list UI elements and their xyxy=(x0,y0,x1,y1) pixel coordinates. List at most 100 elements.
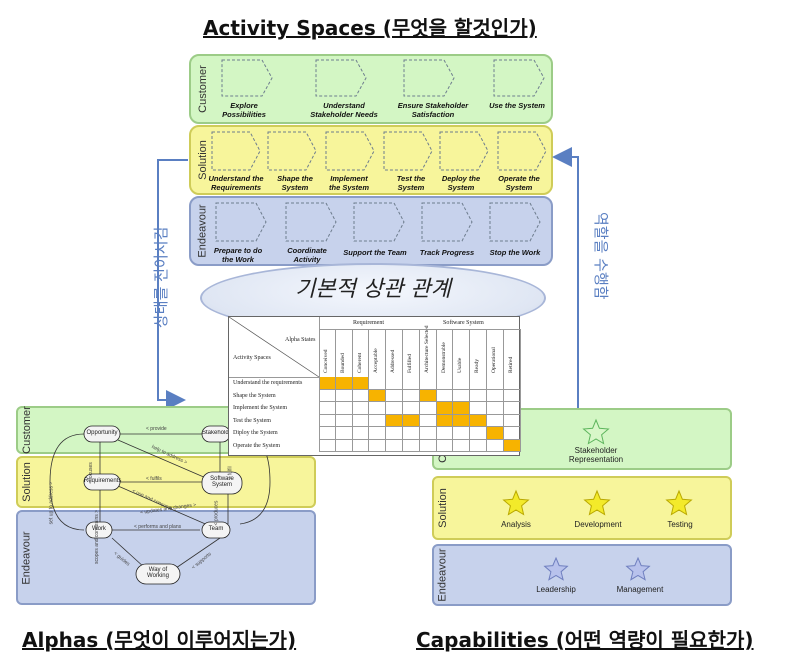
alpha-node: Team xyxy=(208,526,224,532)
activity-label: Prepare to do the Work xyxy=(213,246,263,264)
alphas-title: Alphas (무엇이 이루어지는가) xyxy=(22,628,297,652)
alpha-note: < performs and plans xyxy=(134,524,182,530)
activity-label: Deploy the System xyxy=(441,174,481,192)
matrix-column-divider xyxy=(504,329,521,377)
matrix-column-divider xyxy=(386,329,403,377)
matrix-cell xyxy=(352,377,370,390)
right-arrow xyxy=(552,147,579,408)
matrix-cell xyxy=(335,402,353,415)
matrix-row-label: Understand the requirements xyxy=(233,380,303,386)
matrix-cell xyxy=(319,402,336,415)
right-arrow-label: 역할을 수행함 xyxy=(592,212,610,300)
matrix-cell xyxy=(386,414,403,427)
alpha-solution-label: Solution xyxy=(21,462,34,502)
alpha-activity-matrix: Alpha States Activity Spaces Requirement… xyxy=(228,316,521,456)
matrix-cell xyxy=(487,377,504,390)
alpha-note: scopes and constrains > xyxy=(94,509,101,565)
matrix-row-label: Shape the System xyxy=(233,392,276,399)
matrix-cell xyxy=(487,439,504,452)
matrix-cell xyxy=(436,402,454,415)
matrix-cell xyxy=(319,414,336,427)
matrix-cell xyxy=(503,389,521,402)
matrix-cell xyxy=(319,427,336,440)
matrix-cell xyxy=(335,389,353,402)
capabilities-title: Capabilities (어떤 역량이 필요한가) xyxy=(416,628,754,652)
activity-label: Operate the System xyxy=(498,174,540,192)
matrix-cell xyxy=(369,427,387,440)
matrix-column-divider xyxy=(353,329,370,377)
alpha-node: Opportunity xyxy=(86,430,118,436)
matrix-cell xyxy=(369,439,387,452)
matrix-cell xyxy=(453,439,471,452)
matrix-group-requirement: Requirement xyxy=(353,320,384,326)
matrix-column-divider xyxy=(319,329,336,377)
matrix-cell xyxy=(419,377,437,390)
matrix-cell xyxy=(419,439,437,452)
matrix-cell xyxy=(470,414,487,427)
matrix-header-divider xyxy=(229,377,319,378)
alpha-note: < fulfils xyxy=(146,476,162,482)
matrix-group-divider xyxy=(319,329,521,330)
matrix-cell xyxy=(335,427,353,440)
activity-label: Stop the Work xyxy=(489,248,541,257)
activity-label: Coordinate Activity xyxy=(287,246,327,264)
matrix-cell xyxy=(419,389,437,402)
matrix-column-divider xyxy=(369,329,387,377)
matrix-cell xyxy=(470,389,487,402)
matrix-cell xyxy=(436,389,454,402)
activity-label: Track Progress xyxy=(419,248,475,257)
matrix-cell xyxy=(386,402,403,415)
alpha-customer-label: Customer xyxy=(21,406,33,454)
matrix-cell xyxy=(487,402,504,415)
matrix-cell xyxy=(436,439,454,452)
matrix-cell xyxy=(335,377,353,390)
matrix-cell xyxy=(352,439,370,452)
activity-label: Understand the Requirements xyxy=(208,174,264,192)
matrix-cell xyxy=(403,402,420,415)
matrix-cell xyxy=(503,414,521,427)
capability-label: Stakeholder Representation xyxy=(568,446,624,464)
capability-solution-label: Solution xyxy=(437,488,450,528)
matrix-cell xyxy=(352,402,370,415)
matrix-column-divider xyxy=(420,329,437,377)
alpha-note: < produces xyxy=(213,500,220,526)
matrix-corner-top: Alpha States xyxy=(285,337,316,343)
matrix-cell xyxy=(453,389,471,402)
activity-label: Test the System xyxy=(396,174,426,192)
matrix-corner-diagonal xyxy=(229,317,319,377)
matrix-cell xyxy=(503,402,521,415)
matrix-cell xyxy=(386,427,403,440)
matrix-column-divider xyxy=(453,329,471,377)
left-arrow-label: 상태를 전이시킴 xyxy=(152,226,170,328)
matrix-cell xyxy=(470,427,487,440)
matrix-label-divider xyxy=(319,317,320,452)
matrix-cell xyxy=(403,389,420,402)
matrix-cell xyxy=(369,402,387,415)
matrix-cell xyxy=(386,439,403,452)
capability-label: Leadership xyxy=(536,585,576,594)
activity-label: Ensure Stakeholder Satisfaction xyxy=(397,101,469,119)
matrix-cell xyxy=(453,427,471,440)
matrix-cell xyxy=(369,414,387,427)
matrix-cell xyxy=(369,377,387,390)
matrix-column-divider xyxy=(487,329,504,377)
capability-solution-band: Solution xyxy=(432,476,732,540)
capability-label: Development xyxy=(574,520,622,529)
matrix-cell xyxy=(335,439,353,452)
matrix-column-divider xyxy=(470,329,487,377)
capability-label: Testing xyxy=(667,520,693,529)
matrix-cell xyxy=(487,427,504,440)
matrix-cell xyxy=(503,439,521,452)
matrix-cell xyxy=(453,377,471,390)
matrix-cell xyxy=(419,402,437,415)
matrix-cell xyxy=(352,414,370,427)
matrix-cell xyxy=(436,377,454,390)
matrix-row-label: Test the System xyxy=(233,417,271,424)
matrix-cell xyxy=(319,377,336,390)
matrix-cell xyxy=(403,414,420,427)
activity-label: Shape the System xyxy=(277,174,313,192)
matrix-cell xyxy=(352,427,370,440)
matrix-cell xyxy=(403,377,420,390)
alpha-node: Way of Working xyxy=(147,567,169,579)
matrix-cell xyxy=(319,439,336,452)
